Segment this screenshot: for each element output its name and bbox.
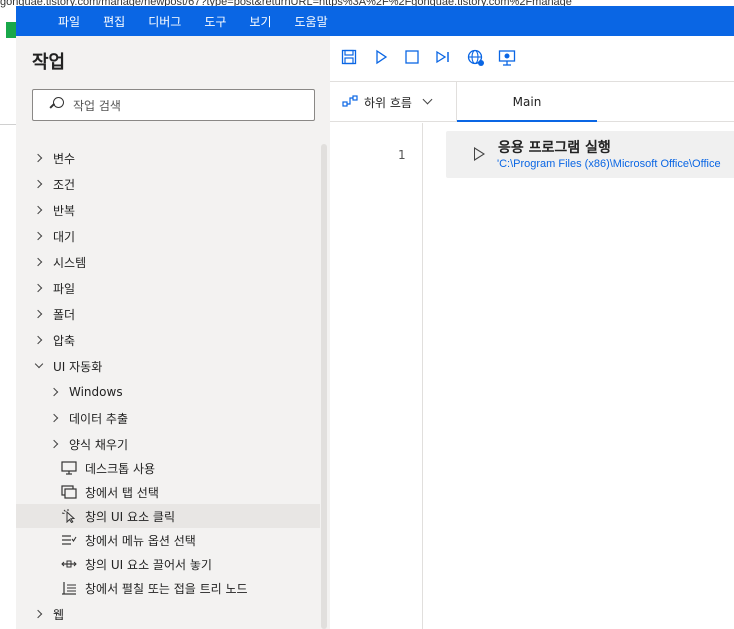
- tab-main-label: Main: [512, 95, 542, 109]
- tree-item-label: 반복: [53, 203, 76, 218]
- action-click-ui-element[interactable]: 창의 UI 요소 클릭: [60, 504, 175, 528]
- chevron-down-icon: [32, 359, 46, 373]
- save-icon[interactable]: [340, 49, 358, 67]
- action-expand-collapse-tree-node[interactable]: 창에서 펼칠 또는 접을 트리 노드: [60, 576, 248, 600]
- chevron-right-icon: [32, 177, 46, 191]
- menu-help[interactable]: 도움말: [295, 13, 328, 30]
- action-label: 창에서 펼칠 또는 접을 트리 노드: [85, 581, 248, 596]
- menu-bar: 파일 편집 디버그 도구 보기 도움말: [16, 6, 734, 36]
- action-drag-drop-ui-element[interactable]: 창의 UI 요소 끌어서 놓기: [60, 552, 212, 576]
- action-label: 창에서 탭 선택: [85, 485, 159, 500]
- tree-item-variables[interactable]: 변수: [32, 146, 75, 170]
- chevron-right-icon: [32, 203, 46, 217]
- chevron-right-icon: [48, 437, 62, 451]
- app-window: gonguae.tistory.com/manage/newpost/67?ty…: [0, 0, 734, 629]
- tree-item-file[interactable]: 파일: [32, 276, 75, 300]
- menu-option-icon: [60, 532, 78, 548]
- tree-item-label: 조건: [53, 177, 76, 192]
- menu-edit[interactable]: 편집: [103, 13, 125, 30]
- tree-item-label: 변수: [53, 151, 76, 166]
- chevron-right-icon: [32, 151, 46, 165]
- chevron-right-icon: [48, 385, 62, 399]
- tree-item-folder[interactable]: 폴더: [32, 302, 75, 326]
- action-title: 응용 프로그램 실행: [498, 140, 611, 156]
- subflow-label: 하위 흐름: [364, 95, 412, 110]
- drag-drop-icon: [60, 556, 78, 572]
- tree-item-loops[interactable]: 반복: [32, 198, 75, 222]
- tree-item-label: 대기: [53, 229, 76, 244]
- action-path: 'C:\Program Files (x86)\Microsoft Office…: [497, 158, 721, 170]
- search-placeholder: 작업 검색: [73, 98, 121, 113]
- tree-item-label: 양식 채우기: [69, 437, 129, 452]
- browser-background-strip: [0, 40, 16, 629]
- chevron-right-icon: [32, 607, 46, 621]
- action-label: 데스크톱 사용: [85, 461, 156, 476]
- browser-favicon: [6, 22, 16, 38]
- tree-item-data-extraction[interactable]: 데이터 추출: [48, 406, 128, 430]
- chevron-right-icon: [48, 411, 62, 425]
- subflow-icon: [342, 94, 358, 110]
- click-pointer-icon: [60, 508, 78, 524]
- action-label: 창의 UI 요소 클릭: [85, 509, 176, 524]
- actions-panel: 작업 작업 검색 변수 조건 반복 대기 시스템 파일 폴더 압축 UI 자동화…: [16, 36, 330, 629]
- search-input[interactable]: 작업 검색: [32, 89, 315, 121]
- action-label: 창의 UI 요소 끌어서 놓기: [85, 557, 212, 572]
- menu-view[interactable]: 보기: [249, 13, 271, 30]
- menu-tools[interactable]: 도구: [204, 13, 226, 30]
- tree-item-label: 압축: [53, 333, 76, 348]
- run-icon[interactable]: [372, 49, 390, 67]
- chevron-right-icon: [32, 255, 46, 269]
- action-label: 창에서 메뉴 옵션 선택: [85, 533, 196, 548]
- tab-select-icon: [60, 484, 78, 500]
- tree-item-web[interactable]: 웹: [32, 602, 64, 626]
- tree-item-label: 시스템: [53, 255, 87, 270]
- tree-item-compression[interactable]: 압축: [32, 328, 75, 352]
- tab-main[interactable]: Main: [457, 82, 597, 122]
- panel-scrollbar[interactable]: [321, 144, 327, 629]
- chevron-down-icon: [422, 96, 434, 108]
- action-select-menu-option[interactable]: 창에서 메뉴 옵션 선택: [60, 528, 196, 552]
- tree-node-icon: [60, 580, 78, 596]
- desktop-icon: [60, 460, 78, 476]
- tree-item-label: Windows: [69, 385, 123, 399]
- chevron-right-icon: [32, 333, 46, 347]
- stop-icon[interactable]: [403, 49, 421, 67]
- tree-item-conditionals[interactable]: 조건: [32, 172, 75, 196]
- tree-item-wait[interactable]: 대기: [32, 224, 75, 248]
- tree-item-windows[interactable]: Windows: [48, 380, 123, 404]
- menu-file[interactable]: 파일: [58, 13, 80, 30]
- line-number: 1: [398, 148, 406, 162]
- tree-item-system[interactable]: 시스템: [32, 250, 86, 274]
- desktop-recorder-icon[interactable]: [498, 49, 516, 67]
- run-application-icon: [474, 147, 485, 161]
- menu-debug[interactable]: 디버그: [148, 13, 181, 30]
- subflow-dropdown[interactable]: 하위 흐름: [342, 82, 434, 122]
- tree-item-form-filling[interactable]: 양식 채우기: [48, 432, 128, 456]
- tree-item-label: UI 자동화: [53, 359, 103, 374]
- chevron-right-icon: [32, 229, 46, 243]
- chevron-right-icon: [32, 281, 46, 295]
- flow-action-run-application[interactable]: 응용 프로그램 실행 'C:\Program Files (x86)\Micro…: [446, 131, 734, 178]
- flow-tabs: 하위 흐름 Main: [330, 82, 734, 122]
- search-icon: [49, 97, 65, 113]
- web-recorder-icon[interactable]: [467, 49, 485, 67]
- tree-item-ui-automation[interactable]: UI 자동화: [32, 354, 102, 378]
- chevron-right-icon: [32, 307, 46, 321]
- active-tab-indicator: [457, 120, 597, 122]
- flow-toolbar: [330, 36, 734, 82]
- action-use-desktop[interactable]: 데스크톱 사용: [60, 456, 155, 480]
- tree-item-label: 웹: [53, 607, 65, 622]
- action-select-tab[interactable]: 창에서 탭 선택: [60, 480, 159, 504]
- tree-item-label: 데이터 추출: [69, 411, 129, 426]
- panel-title: 작업: [32, 52, 66, 73]
- tree-item-label: 파일: [53, 281, 76, 296]
- step-icon[interactable]: [434, 49, 452, 67]
- editor-gutter-divider: [422, 123, 423, 629]
- tree-item-label: 폴더: [53, 307, 76, 322]
